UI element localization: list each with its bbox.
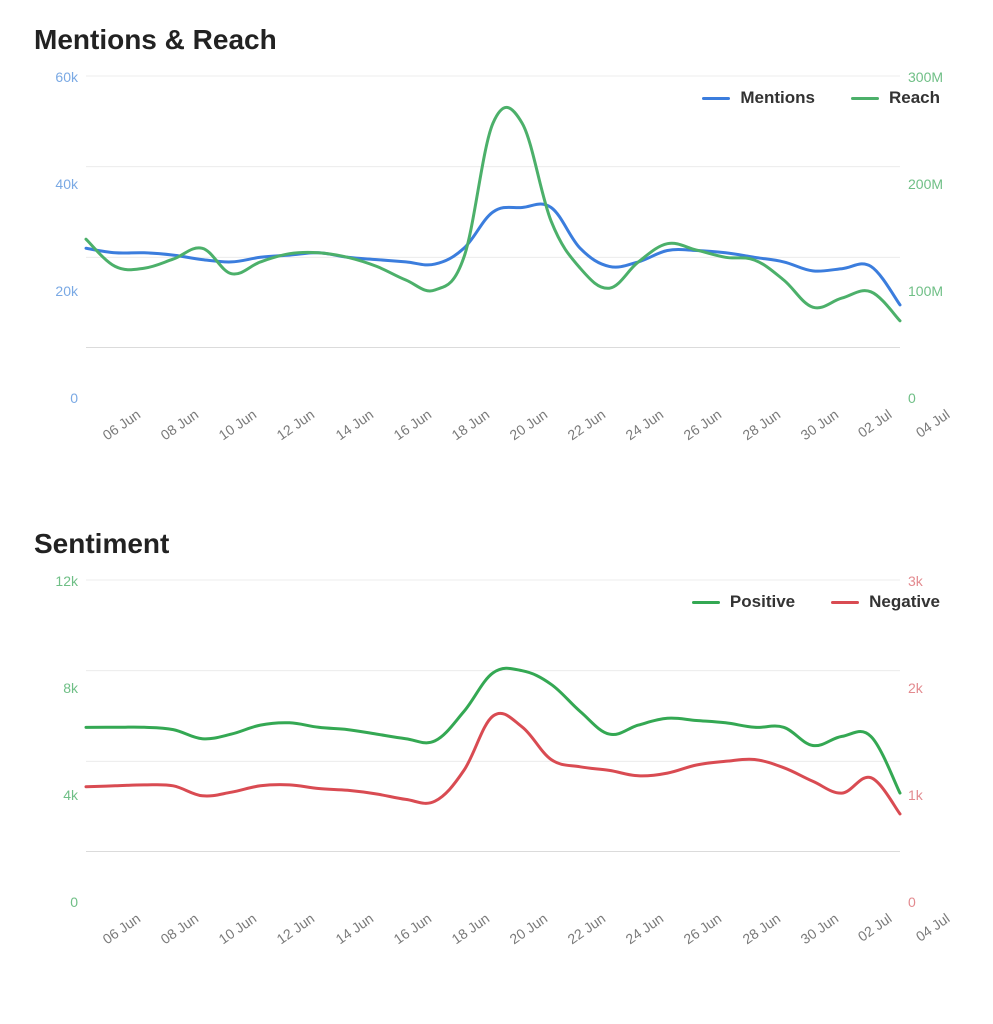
y-right-tick: 300M [908,69,943,85]
sentiment-block: Sentiment 04k8k12k01k2k3k06 Jun08 Jun10 … [28,528,965,902]
x-tick: 18 Jun [448,406,492,443]
legend-swatch [851,97,879,100]
legend-label: Positive [730,592,795,612]
y-right-tick: 2k [908,680,923,696]
x-tick: 12 Jun [274,406,318,443]
x-tick: 14 Jun [332,910,376,947]
x-tick: 22 Jun [565,406,609,443]
x-tick: 26 Jun [681,910,725,947]
chart-title: Mentions & Reach [34,24,965,56]
legend-label: Negative [869,592,940,612]
legend-swatch [702,97,730,100]
legend-item-mentions: Mentions [702,88,815,108]
x-tick: 02 Jul [855,406,895,441]
x-tick: 12 Jun [274,910,318,947]
x-tick: 08 Jun [158,910,202,947]
x-tick: 02 Jul [855,910,895,945]
chart-legend: Positive Negative [692,592,940,612]
x-tick: 10 Jun [216,406,260,443]
legend-label: Reach [889,88,940,108]
y-right-tick: 100M [908,283,943,299]
x-tick: 16 Jun [390,910,434,947]
y-right-tick: 3k [908,573,923,589]
legend-label: Mentions [740,88,815,108]
legend-swatch [692,601,720,604]
x-tick: 28 Jun [739,406,783,443]
x-tick: 08 Jun [158,406,202,443]
x-tick: 06 Jun [100,910,144,947]
dashboard-page: Mentions & Reach 020k40k60k0100M200M300M… [0,0,993,982]
legend-item-positive: Positive [692,592,795,612]
x-tick: 30 Jun [797,910,841,947]
legend-swatch [831,601,859,604]
legend-item-negative: Negative [831,592,940,612]
x-tick: 18 Jun [448,910,492,947]
x-tick: 20 Jun [507,910,551,947]
x-tick: 28 Jun [739,910,783,947]
x-tick: 14 Jun [332,406,376,443]
x-tick: 04 Jul [913,910,953,945]
chart-legend: Mentions Reach [702,88,940,108]
legend-item-reach: Reach [851,88,940,108]
x-tick: 10 Jun [216,910,260,947]
x-tick: 22 Jun [565,910,609,947]
x-tick: 24 Jun [623,406,667,443]
sentiment-chart: 04k8k12k01k2k3k06 Jun08 Jun10 Jun12 Jun1… [28,572,958,902]
x-tick: 04 Jul [913,406,953,441]
x-tick: 20 Jun [507,406,551,443]
chart-title: Sentiment [34,528,965,560]
x-tick: 06 Jun [100,406,144,443]
x-tick: 16 Jun [390,406,434,443]
x-tick: 30 Jun [797,406,841,443]
y-right-tick: 200M [908,176,943,192]
mentions-reach-chart: 020k40k60k0100M200M300M06 Jun08 Jun10 Ju… [28,68,958,398]
x-tick: 24 Jun [623,910,667,947]
y-right-tick: 1k [908,787,923,803]
mentions-reach-block: Mentions & Reach 020k40k60k0100M200M300M… [28,24,965,398]
x-tick: 26 Jun [681,406,725,443]
